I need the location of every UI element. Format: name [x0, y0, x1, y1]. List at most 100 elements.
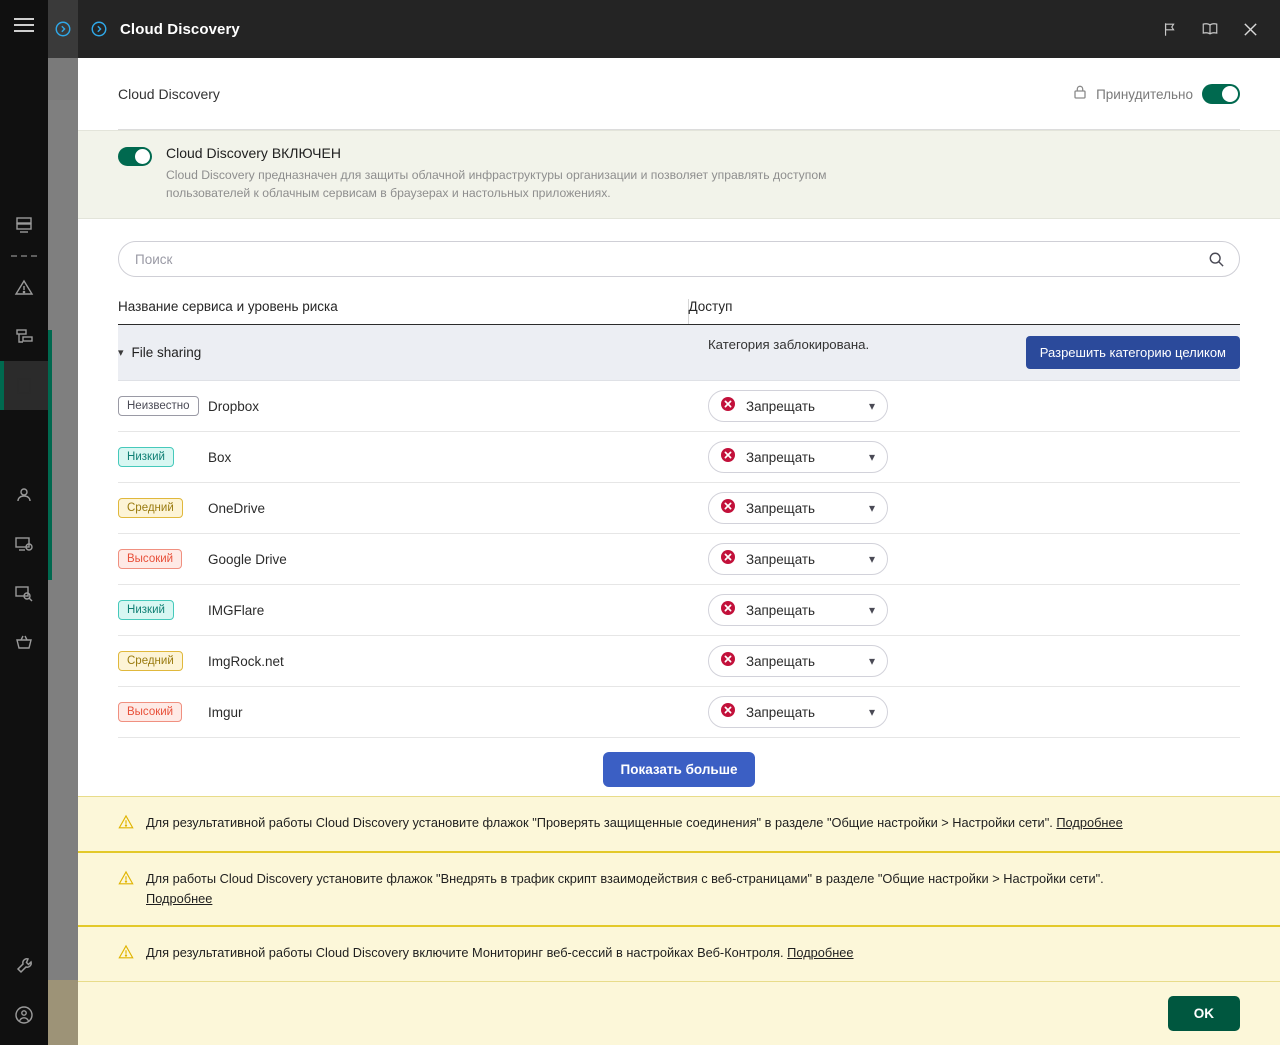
enforce-label: Принудительно	[1096, 86, 1193, 102]
warning-text: Для результативной работы Cloud Discover…	[146, 943, 854, 963]
service-access-cell: Запрещать ▾	[688, 482, 1240, 535]
services-table: Название сервиса и уровень риска Доступ …	[118, 299, 1240, 805]
service-name: Box	[208, 449, 232, 465]
warning-banner: Для работы Cloud Discovery установите фл…	[78, 853, 1280, 927]
access-value: Запрещать	[746, 500, 815, 516]
chevron-down-icon: ▾	[118, 347, 124, 360]
services-table-body: ▾ File sharing Разрешить категорию целик…	[118, 324, 1240, 805]
sidebar-item-discovery[interactable]	[0, 568, 48, 617]
sidebar-item-tools[interactable]	[0, 941, 48, 990]
window-titlebar: Cloud Discovery	[78, 0, 1280, 58]
flag-icon[interactable]	[1150, 0, 1190, 58]
sidebar-item-account[interactable]	[0, 990, 48, 1039]
warning-message: Для результативной работы Cloud Discover…	[146, 815, 1057, 831]
access-select[interactable]: Запрещать ▾	[708, 390, 888, 423]
deny-circle-icon	[720, 600, 736, 621]
deny-circle-icon	[720, 549, 736, 570]
cloud-discovery-toggle[interactable]	[118, 147, 152, 166]
learn-more-link[interactable]: Подробнее	[146, 891, 212, 906]
table-row: Низкий Box Запрещать ▾	[118, 431, 1240, 484]
table-row: Неизвестно Dropbox Запрещать ▾	[118, 380, 1240, 433]
sidebar-item-devices[interactable]	[0, 200, 48, 249]
account-circle-icon	[15, 1005, 33, 1024]
cloud-discovery-banner: Cloud Discovery ВКЛЮЧЕН Cloud Discovery …	[78, 130, 1280, 220]
warning-triangle-icon	[118, 870, 134, 891]
access-select[interactable]: Запрещать ▾	[708, 696, 888, 729]
deny-circle-icon	[720, 702, 736, 723]
access-select[interactable]: Запрещать ▾	[708, 594, 888, 627]
chevron-down-icon: ▾	[868, 552, 875, 567]
monitor-search-icon	[15, 585, 33, 601]
show-more-button[interactable]: Показать больше	[602, 752, 756, 788]
deny-circle-icon	[720, 447, 736, 468]
secondary-panel-tab[interactable]	[48, 0, 78, 58]
banner-description: Cloud Discovery предназначен для защиты …	[166, 168, 827, 200]
service-access-cell: Запрещать ▾	[688, 431, 1240, 484]
sidebar-item-tasks[interactable]	[0, 312, 48, 361]
service-access-cell: Запрещать ▾	[688, 584, 1240, 637]
search-icon[interactable]	[1208, 251, 1225, 273]
chevron-down-icon: ▾	[868, 705, 875, 720]
warning-triangle-icon	[118, 814, 134, 835]
category-row: ▾ File sharing Разрешить категорию целик…	[118, 324, 1240, 382]
access-select[interactable]: Запрещать ▾	[708, 645, 888, 678]
access-select[interactable]: Запрещать ▾	[708, 543, 888, 576]
active-section-indicator	[48, 330, 52, 580]
risk-badge: Низкий	[118, 600, 174, 621]
banner-title: Cloud Discovery ВКЛЮЧЕН	[166, 145, 341, 161]
dialog-footer: OK	[78, 982, 1280, 1045]
sidebar-item-alerts[interactable]	[0, 263, 48, 312]
access-value: Запрещать	[746, 602, 815, 618]
chevron-down-icon: ▾	[868, 654, 875, 669]
enforce-toggle[interactable]	[1202, 84, 1240, 104]
close-icon[interactable]	[1230, 0, 1270, 58]
allow-category-button[interactable]: Разрешить категорию целиком	[1025, 336, 1240, 370]
warning-message: Для работы Cloud Discovery установите фл…	[146, 871, 1104, 887]
service-name-cell: Высокий Google Drive	[118, 533, 688, 586]
service-name: IMGFlare	[208, 602, 265, 618]
category-status: Категория заблокирована.	[708, 337, 870, 353]
app-rail	[0, 0, 48, 1045]
ok-button[interactable]: OK	[1167, 996, 1240, 1031]
monitor-gear-icon	[15, 536, 33, 551]
server-icon	[16, 216, 32, 233]
access-select[interactable]: Запрещать ▾	[708, 492, 888, 525]
service-name: OneDrive	[208, 500, 266, 516]
warning-triangle-icon	[14, 279, 34, 295]
access-select[interactable]: Запрещать ▾	[708, 441, 888, 474]
warning-text: Для результативной работы Cloud Discover…	[146, 813, 1123, 833]
risk-badge: Неизвестно	[118, 396, 199, 417]
sidebar-item-licenses[interactable]	[0, 617, 48, 666]
book-icon[interactable]	[1190, 0, 1230, 58]
sidebar-icon-list	[0, 200, 48, 666]
risk-badge: Высокий	[118, 549, 183, 570]
service-name: Dropbox	[208, 398, 260, 414]
window-title: Cloud Discovery	[120, 20, 240, 38]
hamburger-icon[interactable]	[14, 18, 34, 32]
column-header-name: Название сервиса и уровень риска	[118, 299, 688, 326]
chevron-down-icon: ▾	[868, 603, 875, 618]
show-more-row: Показать больше	[118, 737, 1240, 805]
search-input[interactable]	[119, 251, 1239, 267]
header-divider	[118, 129, 1240, 130]
deny-circle-icon	[720, 396, 736, 417]
basket-icon	[16, 635, 32, 649]
service-access-cell: Запрещать ▾	[688, 533, 1240, 586]
sidebar-item-policies[interactable]	[0, 361, 48, 410]
warning-message: Для результативной работы Cloud Discover…	[146, 945, 788, 960]
access-value: Запрещать	[746, 653, 815, 669]
secondary-panel	[48, 0, 78, 1045]
deny-circle-icon	[720, 651, 736, 672]
access-value: Запрещать	[746, 704, 815, 720]
warnings-panel: Для результативной работы Cloud Discover…	[78, 796, 1280, 1045]
service-name-cell: Высокий Imgur	[118, 686, 688, 739]
access-value: Запрещать	[746, 398, 815, 414]
service-access-cell: Запрещать ▾	[688, 686, 1240, 739]
category-toggle[interactable]: ▾ File sharing	[118, 345, 688, 360]
secondary-panel-footer	[48, 980, 78, 1045]
sidebar-item-users[interactable]	[0, 470, 48, 519]
learn-more-link[interactable]: Подробнее	[1056, 815, 1122, 830]
sidebar-item-settings[interactable]	[0, 519, 48, 568]
learn-more-link[interactable]: Подробнее	[787, 945, 853, 960]
service-name-cell: Средний OneDrive	[118, 482, 688, 535]
